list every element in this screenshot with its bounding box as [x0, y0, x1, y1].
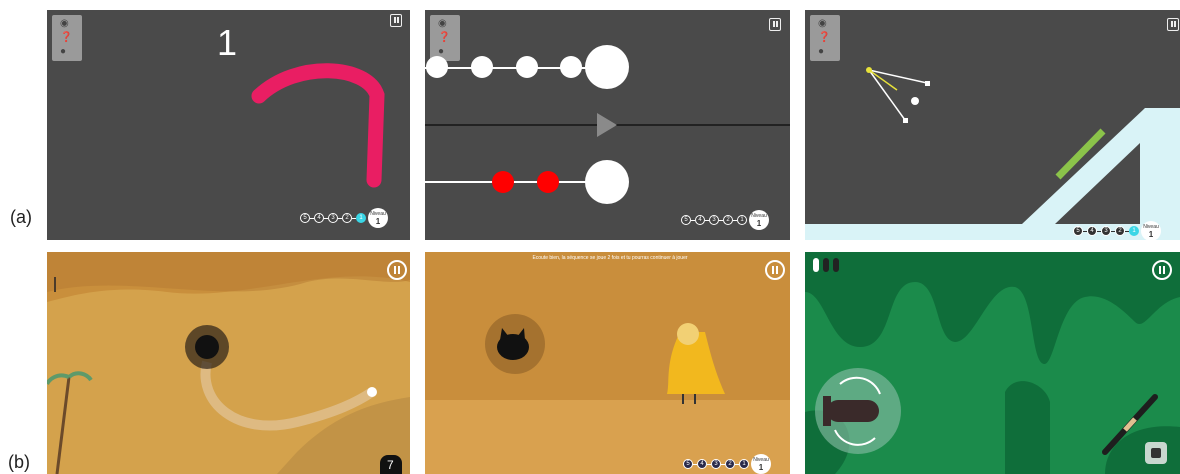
level-dot: 3 — [711, 459, 721, 469]
level-dot: 1 — [739, 459, 749, 469]
sequence-note — [426, 56, 448, 78]
oxygen-tank-icon — [823, 258, 829, 272]
level-dot: 4 — [695, 215, 705, 225]
level-badge: Niveau 1 — [1141, 221, 1161, 240]
level-dot: 3 — [328, 213, 338, 223]
panel-a3-physics-game: ◉ ❓ ● 5 4 3 2 1 Niveau 1 — [805, 10, 1180, 240]
desert-scene — [47, 252, 410, 474]
lives-counter: 7 — [380, 455, 402, 474]
oxygen-tank-icon — [813, 258, 819, 272]
level-dot: 4 — [697, 459, 707, 469]
answer-note — [537, 171, 559, 193]
play-icon — [597, 113, 617, 137]
submarine-icon — [827, 400, 879, 422]
answer-note — [492, 171, 514, 193]
level-dot: 4 — [1087, 226, 1097, 236]
panel-a1-drawing-game: ◉ ❓ ● 1 5 4 3 2 1 Niveau 1 — [47, 10, 410, 240]
sequence-note — [560, 56, 582, 78]
oxygen-tank-icon — [833, 258, 839, 272]
answer-target — [585, 160, 629, 204]
panel-b3-forest-game — [805, 252, 1180, 474]
level-dot: 4 — [314, 213, 324, 223]
level-dot: 1 — [737, 215, 747, 225]
camera-icon — [1151, 448, 1161, 458]
story-scene — [485, 314, 725, 404]
level-dot-current: 1 — [1129, 226, 1139, 236]
sequence-target — [585, 45, 629, 89]
level-dot-current: 1 — [356, 213, 366, 223]
ramp — [1022, 108, 1180, 224]
pause-button[interactable] — [1152, 260, 1172, 280]
pause-button[interactable] — [387, 260, 407, 280]
level-dot: 5 — [1073, 226, 1083, 236]
row-label-b: (b) — [8, 452, 30, 472]
level-dot: 3 — [1101, 226, 1111, 236]
sequence-board — [425, 45, 790, 204]
level-badge: Niveau 1 — [751, 454, 771, 474]
sequence-note — [516, 56, 538, 78]
level-dot: 2 — [342, 213, 352, 223]
level-dot: 5 — [681, 215, 691, 225]
level-progress: 5 4 3 2 1 Niveau 1 — [683, 454, 771, 474]
level-badge: Niveau 1 — [368, 208, 388, 228]
panel-a2-sequence-game: ◉ ❓ ● 5 4 3 2 1 Niveau 1 — [425, 10, 790, 240]
level-dot: 2 — [1115, 226, 1125, 236]
camera-button[interactable] — [1145, 442, 1167, 464]
sequence-note — [471, 56, 493, 78]
level-progress: 5 4 3 2 1 Niveau 1 — [681, 210, 769, 230]
physics-board — [805, 67, 1180, 240]
drawn-path — [251, 63, 385, 188]
level-dot: 2 — [723, 215, 733, 225]
level-badge: Niveau 1 — [749, 210, 769, 230]
panel-b1-desert-game: 7 — [47, 252, 410, 474]
target-ball — [367, 387, 377, 397]
row-label-a: (a) — [10, 207, 32, 227]
level-progress: 5 4 3 2 1 Niveau 1 — [300, 208, 388, 228]
level-dot: 5 — [683, 459, 693, 469]
oxygen-tanks — [813, 258, 839, 272]
forest-scene — [805, 252, 1180, 474]
panel-b2-story-game: Ecoute bien, la séquence se joue 2 fois … — [425, 252, 790, 474]
level-dot: 3 — [709, 215, 719, 225]
level-progress: 5 4 3 2 1 Niveau 1 — [1073, 221, 1161, 240]
level-dot: 5 — [300, 213, 310, 223]
level-dot: 2 — [725, 459, 735, 469]
